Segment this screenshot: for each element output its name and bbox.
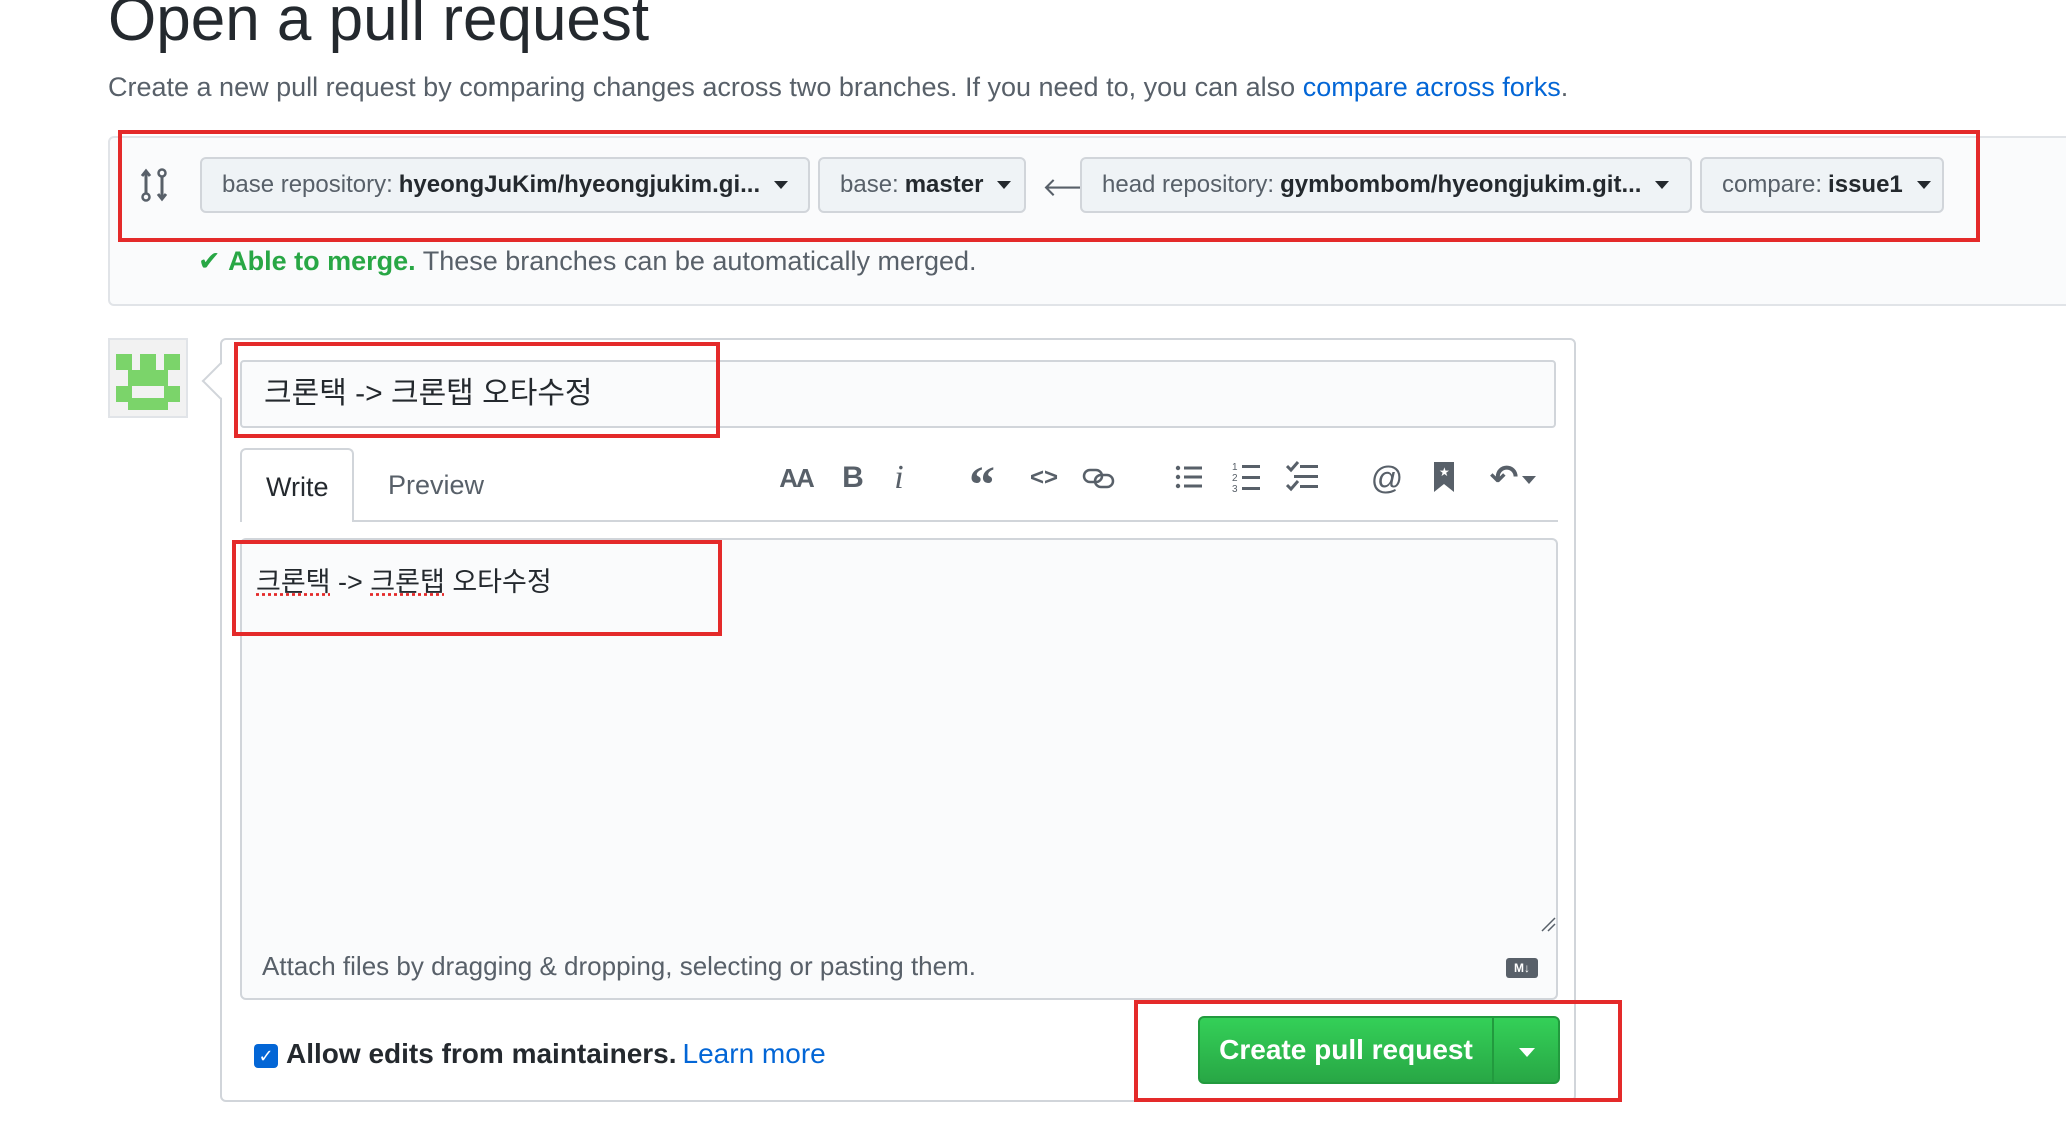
resize-handle-icon[interactable] [1540, 916, 1556, 932]
annotation-box-branches [118, 130, 1980, 242]
heading-icon[interactable]: AA [776, 458, 816, 498]
svg-text:2: 2 [1232, 473, 1238, 484]
allow-edits-label: Allow edits from maintainers. [286, 1038, 677, 1069]
svg-text:1: 1 [1232, 462, 1238, 473]
page-subtitle: Create a new pull request by comparing c… [108, 70, 1568, 104]
svg-text:3: 3 [1232, 484, 1238, 494]
markdown-icon[interactable]: M↓ [1506, 958, 1538, 978]
attach-files-bar[interactable]: Attach files by dragging & dropping, sel… [240, 936, 1558, 1000]
annotation-box-title [234, 342, 720, 438]
subtitle-end: . [1561, 72, 1569, 102]
merge-status-text: These branches can be automatically merg… [423, 246, 977, 276]
compare-across-forks-link[interactable]: compare across forks [1303, 72, 1561, 102]
svg-text:★: ★ [1439, 465, 1450, 479]
italic-icon[interactable]: i [884, 458, 914, 498]
bookmark-icon[interactable]: ★ [1432, 460, 1456, 494]
tab-write[interactable]: Write [240, 448, 354, 522]
task-list-icon[interactable] [1286, 460, 1320, 492]
reply-icon[interactable]: ↶ [1484, 458, 1524, 498]
subtitle-text: Create a new pull request by comparing c… [108, 72, 1303, 102]
bold-icon[interactable]: B [836, 458, 870, 498]
merge-ok-label: Able to merge. [228, 246, 416, 276]
allow-edits-checkbox[interactable]: ✓ [254, 1044, 278, 1068]
check-icon: ✔ [198, 246, 221, 276]
mention-icon[interactable]: @ [1370, 458, 1404, 498]
annotation-box-body [232, 540, 722, 636]
chevron-down-icon[interactable] [1522, 476, 1536, 484]
avatar[interactable] [108, 338, 188, 418]
page-title: Open a pull request [108, 0, 649, 60]
code-icon[interactable]: <> [1024, 458, 1064, 498]
quote-icon[interactable]: “ [964, 458, 1000, 498]
tab-preview[interactable]: Preview [364, 448, 504, 522]
unordered-list-icon[interactable] [1174, 462, 1204, 492]
annotation-box-create [1134, 1000, 1622, 1102]
ordered-list-icon[interactable]: 1 2 3 [1232, 460, 1262, 494]
link-icon[interactable] [1082, 464, 1116, 492]
learn-more-link[interactable]: Learn more [683, 1038, 826, 1069]
merge-status: ✔ Able to merge. These branches can be a… [198, 244, 977, 278]
allow-edits-label-row: Allow edits from maintainers. Learn more [286, 1036, 826, 1072]
